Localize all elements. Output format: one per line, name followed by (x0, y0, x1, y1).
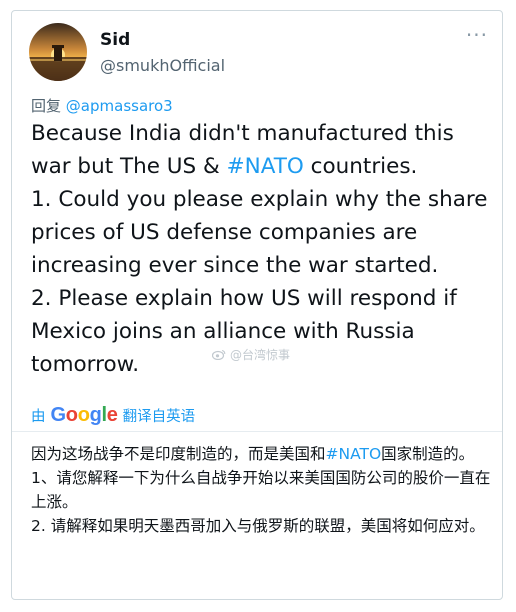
translated-hashtag-link[interactable]: #NATO (326, 445, 382, 463)
reply-mention-link[interactable]: @apmassaro3 (66, 97, 173, 115)
divider (12, 431, 502, 432)
tweet-point-2: 2. Please explain how US will respond if… (31, 286, 457, 377)
google-logo: Google (50, 404, 118, 426)
weibo-icon (212, 349, 226, 360)
sunset-avatar-image (29, 23, 87, 81)
author-handle[interactable]: @smukhOfficial (100, 56, 225, 75)
translate-label: 翻译自英语 (122, 409, 196, 425)
translated-line-1-before: 因为这场战争不是印度制造的，而是美国和 (31, 445, 326, 463)
author-name[interactable]: Sid (100, 30, 130, 50)
tweet-card: Sid @smukhOfficial ··· 回复 @apmassaro3 Be… (11, 10, 503, 600)
reply-context: 回复 @apmassaro3 (31, 95, 173, 116)
translation-attribution[interactable]: 由 Google 翻译自英语 (31, 404, 195, 427)
translated-line-1: 因为这场战争不是印度制造的，而是美国和#NATO国家制造的。 (31, 442, 497, 466)
translated-text: 因为这场战争不是印度制造的，而是美国和#NATO国家制造的。 1、请您解释一下为… (31, 442, 497, 538)
translate-by: 由 (31, 409, 46, 425)
more-dots-icon[interactable]: ··· (466, 25, 488, 45)
tweet-text: Because India didn't manufactured this w… (31, 117, 493, 381)
tweet-line-1-after: countries. (303, 154, 418, 179)
tweet-line-1: Because India didn't manufactured this w… (31, 117, 493, 183)
hashtag-link[interactable]: #NATO (227, 154, 304, 179)
translated-point-2: 2. 请解释如果明天墨西哥加入与俄罗斯的联盟，美国将如何应对。 (31, 517, 485, 535)
translated-point-1: 1、请您解释一下为什么自战争开始以来美国国防公司的股价一直在上涨。 (31, 469, 491, 511)
reply-prefix: 回复 (31, 97, 62, 115)
avatar[interactable] (29, 23, 87, 81)
watermark: @台湾惊事 (212, 346, 290, 363)
translated-line-1-after: 国家制造的。 (381, 445, 475, 463)
watermark-text: @台湾惊事 (230, 348, 291, 362)
tweet-point-1: 1. Could you please explain why the shar… (31, 187, 488, 278)
